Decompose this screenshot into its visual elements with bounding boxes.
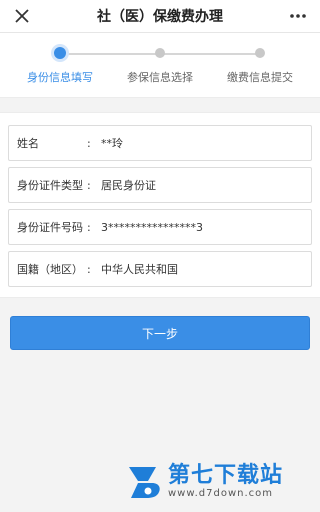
id-type-field[interactable]: 身份证件类型 : 居民身份证 bbox=[8, 167, 312, 203]
step-indicator-3 bbox=[255, 48, 265, 58]
id-number-field[interactable]: 身份证件号码 : 3****************3 bbox=[8, 209, 312, 245]
watermark: 第七下载站 www.d7down.com bbox=[126, 464, 283, 500]
page-title: 社（医）保缴费办理 bbox=[97, 9, 223, 25]
name-field[interactable]: 姓名 : **玲 bbox=[8, 125, 312, 161]
close-icon[interactable] bbox=[12, 6, 32, 26]
field-colon: : bbox=[87, 262, 91, 276]
field-label: 姓名 bbox=[17, 137, 39, 150]
step-indicator-1 bbox=[54, 47, 66, 59]
field-label: 身份证件类型 bbox=[17, 179, 83, 192]
watermark-text: 第七下载站 www.d7down.com bbox=[168, 464, 283, 500]
field-colon: : bbox=[87, 136, 91, 150]
field-colon: : bbox=[87, 220, 91, 234]
site-logo-icon bbox=[129, 467, 160, 498]
progress-steps: 身份信息填写 参保信息选择 缴费信息提交 bbox=[0, 33, 320, 98]
field-label: 国籍（地区） bbox=[17, 263, 83, 276]
field-value: 3****************3 bbox=[101, 220, 203, 234]
field-label: 身份证件号码 bbox=[17, 221, 83, 234]
nationality-field[interactable]: 国籍（地区） : 中华人民共和国 bbox=[8, 251, 312, 287]
step-label-identity: 身份信息填写 bbox=[27, 71, 93, 84]
next-step-button[interactable]: 下一步 bbox=[10, 316, 310, 350]
field-colon: : bbox=[87, 178, 91, 192]
step-label-payment: 缴费信息提交 bbox=[227, 71, 293, 84]
step-label-insurance: 参保信息选择 bbox=[127, 71, 193, 84]
title-bar: 社（医）保缴费办理 bbox=[0, 0, 320, 33]
watermark-title: 第七下载站 bbox=[168, 463, 284, 488]
field-value: 居民身份证 bbox=[101, 179, 156, 192]
step-connector bbox=[60, 53, 160, 55]
step-indicator-2 bbox=[155, 48, 165, 58]
more-icon[interactable] bbox=[288, 6, 308, 26]
watermark-url: www.d7down.com bbox=[168, 488, 274, 499]
field-value: **玲 bbox=[101, 137, 123, 150]
field-value: 中华人民共和国 bbox=[101, 263, 178, 276]
step-connector bbox=[160, 53, 260, 55]
identity-form: 姓名 : **玲 身份证件类型 : 居民身份证 身份证件号码 : 3******… bbox=[0, 112, 320, 298]
